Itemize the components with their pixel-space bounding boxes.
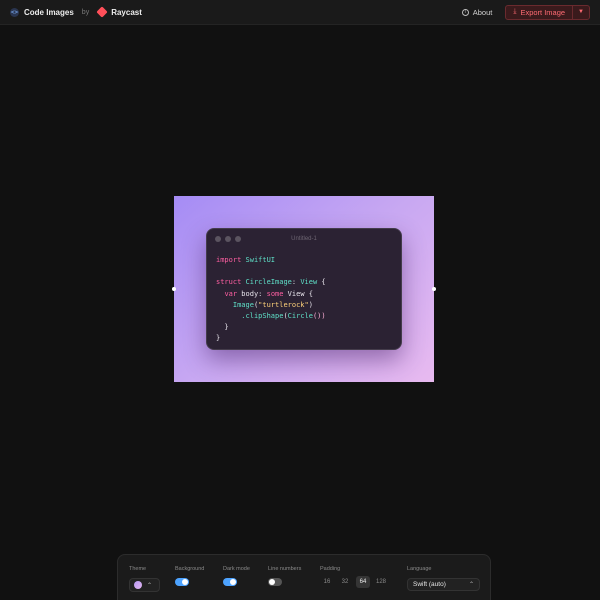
window-title-input[interactable]: Untitled-1 xyxy=(207,236,401,242)
dark-mode-label: Dark mode xyxy=(223,566,250,572)
theme-label: Theme xyxy=(129,566,147,572)
padding-control: Padding 16 32 64 128 xyxy=(320,566,388,588)
window-header: Untitled-1 xyxy=(207,229,401,249)
export-options-button[interactable]: ▼ xyxy=(573,9,589,15)
background-toggle[interactable] xyxy=(175,578,189,586)
code-token: SwiftUI xyxy=(245,256,276,264)
padding-option[interactable]: 16 xyxy=(320,576,334,588)
code-token: struct xyxy=(216,278,242,287)
code-token: } xyxy=(216,323,229,332)
raycast-link[interactable]: Raycast xyxy=(111,8,142,17)
by-label: by xyxy=(81,8,90,16)
code-token: import xyxy=(216,256,242,264)
code-token: some xyxy=(266,289,284,298)
language-value: Swift (auto) xyxy=(413,581,446,588)
chevron-up-icon: ⌃ xyxy=(468,582,474,588)
info-icon: i xyxy=(461,8,469,16)
brand: <> Code Images by Raycast xyxy=(10,6,142,18)
language-control: Language Swift (auto) ⌃ xyxy=(407,566,480,591)
code-token: CircleImage xyxy=(245,278,292,287)
code-line: } xyxy=(216,333,392,344)
code-token: "turtlerock" xyxy=(258,300,309,309)
resize-handle-right[interactable] xyxy=(432,287,436,291)
padding-options: 16 32 64 128 xyxy=(320,576,388,588)
code-window: Untitled-1 import SwiftUI struct CircleIm… xyxy=(206,228,402,350)
padding-option-selected[interactable]: 64 xyxy=(356,576,370,588)
chevron-down-icon: ▼ xyxy=(578,9,584,15)
padding-option[interactable]: 128 xyxy=(374,576,388,588)
about-button[interactable]: i About xyxy=(457,5,498,20)
code-token: } xyxy=(216,334,221,343)
export-image-button[interactable]: ⤓ Export Image xyxy=(506,6,572,19)
code-token: var xyxy=(224,289,238,298)
dark-mode-control: Dark mode xyxy=(223,566,250,586)
toggle-knob xyxy=(230,579,236,585)
code-line: .clipShape(Circle()) xyxy=(216,311,392,322)
toggle-knob xyxy=(182,579,188,585)
theme-select[interactable]: ⌃ xyxy=(129,578,160,592)
resize-handle-left[interactable] xyxy=(172,287,176,291)
code-token: ) xyxy=(308,300,313,309)
raycast-icon xyxy=(96,6,108,18)
code-token: Image xyxy=(232,300,254,309)
toggle-knob xyxy=(269,579,275,585)
code-line: } xyxy=(216,322,392,333)
code-editor[interactable]: import SwiftUI struct CircleImage: View {… xyxy=(207,249,401,351)
theme-control: Theme ⌃ xyxy=(129,566,160,592)
code-frame: Untitled-1 import SwiftUI struct CircleIm… xyxy=(172,196,436,382)
code-line: Image("turtlerock") xyxy=(216,300,392,311)
chevron-up-icon: ⌃ xyxy=(147,582,153,589)
top-bar: <> Code Images by Raycast i About ⤓ Expo… xyxy=(0,0,600,25)
padding-option[interactable]: 32 xyxy=(338,576,352,588)
code-token: ()) xyxy=(312,311,326,320)
code-line: var body: some View { xyxy=(216,289,392,300)
padding-label: Padding xyxy=(320,566,341,572)
code-token: View { xyxy=(283,289,313,298)
dark-mode-toggle[interactable] xyxy=(223,578,237,586)
code-brackets-icon: <> xyxy=(10,7,19,17)
download-icon: ⤓ xyxy=(513,8,517,15)
code-token: body: xyxy=(237,289,267,298)
line-numbers-control: Line numbers xyxy=(268,566,301,586)
app-title: Code Images xyxy=(24,7,74,17)
code-line: struct CircleImage: View { xyxy=(216,277,392,288)
background-control: Background xyxy=(175,566,204,586)
code-token: .clipShape xyxy=(241,311,284,320)
code-line: import SwiftUI xyxy=(216,255,392,266)
code-token: { xyxy=(317,278,326,287)
background-label: Background xyxy=(175,566,205,572)
code-token: Circle xyxy=(287,311,313,320)
code-token: View xyxy=(300,278,318,287)
line-numbers-label: Line numbers xyxy=(268,566,302,572)
export-label: Export Image xyxy=(520,7,566,17)
theme-swatch xyxy=(134,581,142,589)
controls-panel: Theme ⌃ Background Dark mode Line number… xyxy=(117,554,491,600)
language-label: Language xyxy=(407,566,432,572)
about-label: About xyxy=(472,7,493,17)
language-select[interactable]: Swift (auto) ⌃ xyxy=(407,578,480,591)
line-numbers-toggle[interactable] xyxy=(268,578,282,586)
export-group: ⤓ Export Image ▼ xyxy=(505,4,590,20)
header-actions: i About ⤓ Export Image ▼ xyxy=(457,4,590,20)
